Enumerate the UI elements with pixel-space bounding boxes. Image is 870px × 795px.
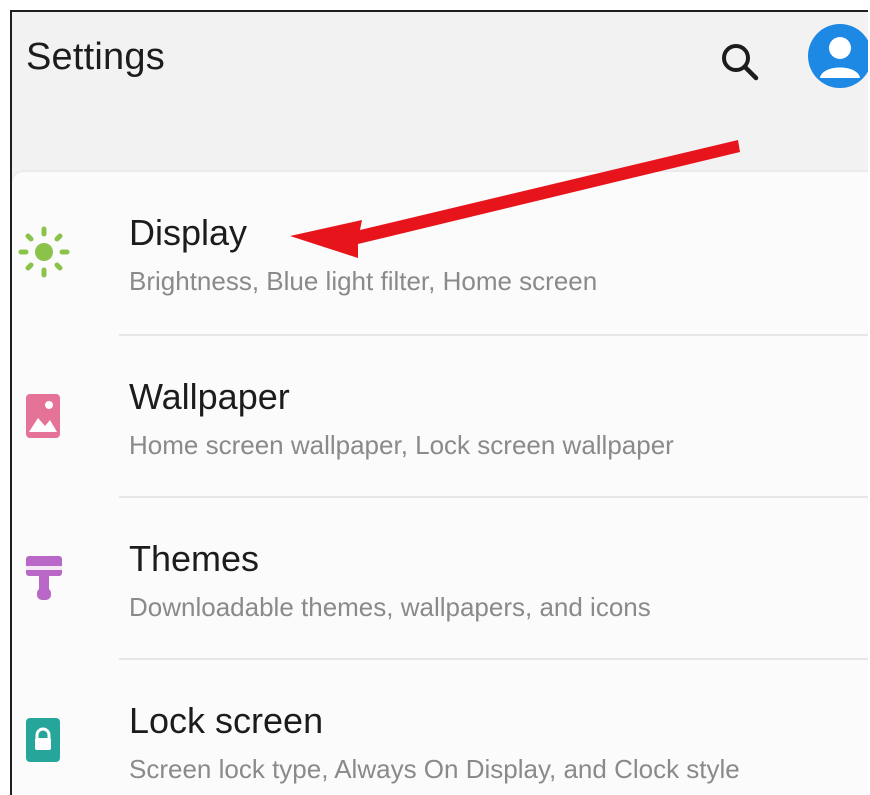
settings-item-summary: Home screen wallpaper, Lock screen wallp… [129,430,674,460]
settings-item-summary: Downloadable themes, wallpapers, and ico… [129,592,651,622]
settings-item-label: Wallpaper [129,376,290,417]
settings-item-summary: Screen lock type, Always On Display, and… [129,754,740,784]
settings-item-wallpaper[interactable]: Wallpaper Home screen wallpaper, Lock sc… [12,336,868,498]
wallpaper-image-icon [16,388,72,444]
brightness-sun-icon [16,224,72,280]
search-icon [722,44,759,81]
settings-item-display[interactable]: Display Brightness, Blue light filter, H… [12,172,868,334]
settings-item-summary: Brightness, Blue light filter, Home scre… [129,266,598,296]
settings-item-lock-screen[interactable]: Lock screen Screen lock type, Always On … [12,660,868,795]
settings-screen: Settings Display Brightness, Blue light … [10,10,868,795]
account-avatar-button[interactable] [808,24,868,88]
account-avatar-icon [820,37,860,78]
search-button[interactable] [712,34,768,90]
themes-brush-icon [16,550,72,606]
settings-item-label: Display [129,212,248,253]
app-bar: Settings [12,12,868,172]
settings-item-label: Themes [129,538,260,579]
settings-item-themes[interactable]: Themes Downloadable themes, wallpapers, … [12,498,868,660]
settings-list: Display Brightness, Blue light filter, H… [12,172,868,795]
settings-item-label: Lock screen [129,700,324,741]
page-title: Settings [26,36,165,78]
lock-icon [16,712,72,768]
